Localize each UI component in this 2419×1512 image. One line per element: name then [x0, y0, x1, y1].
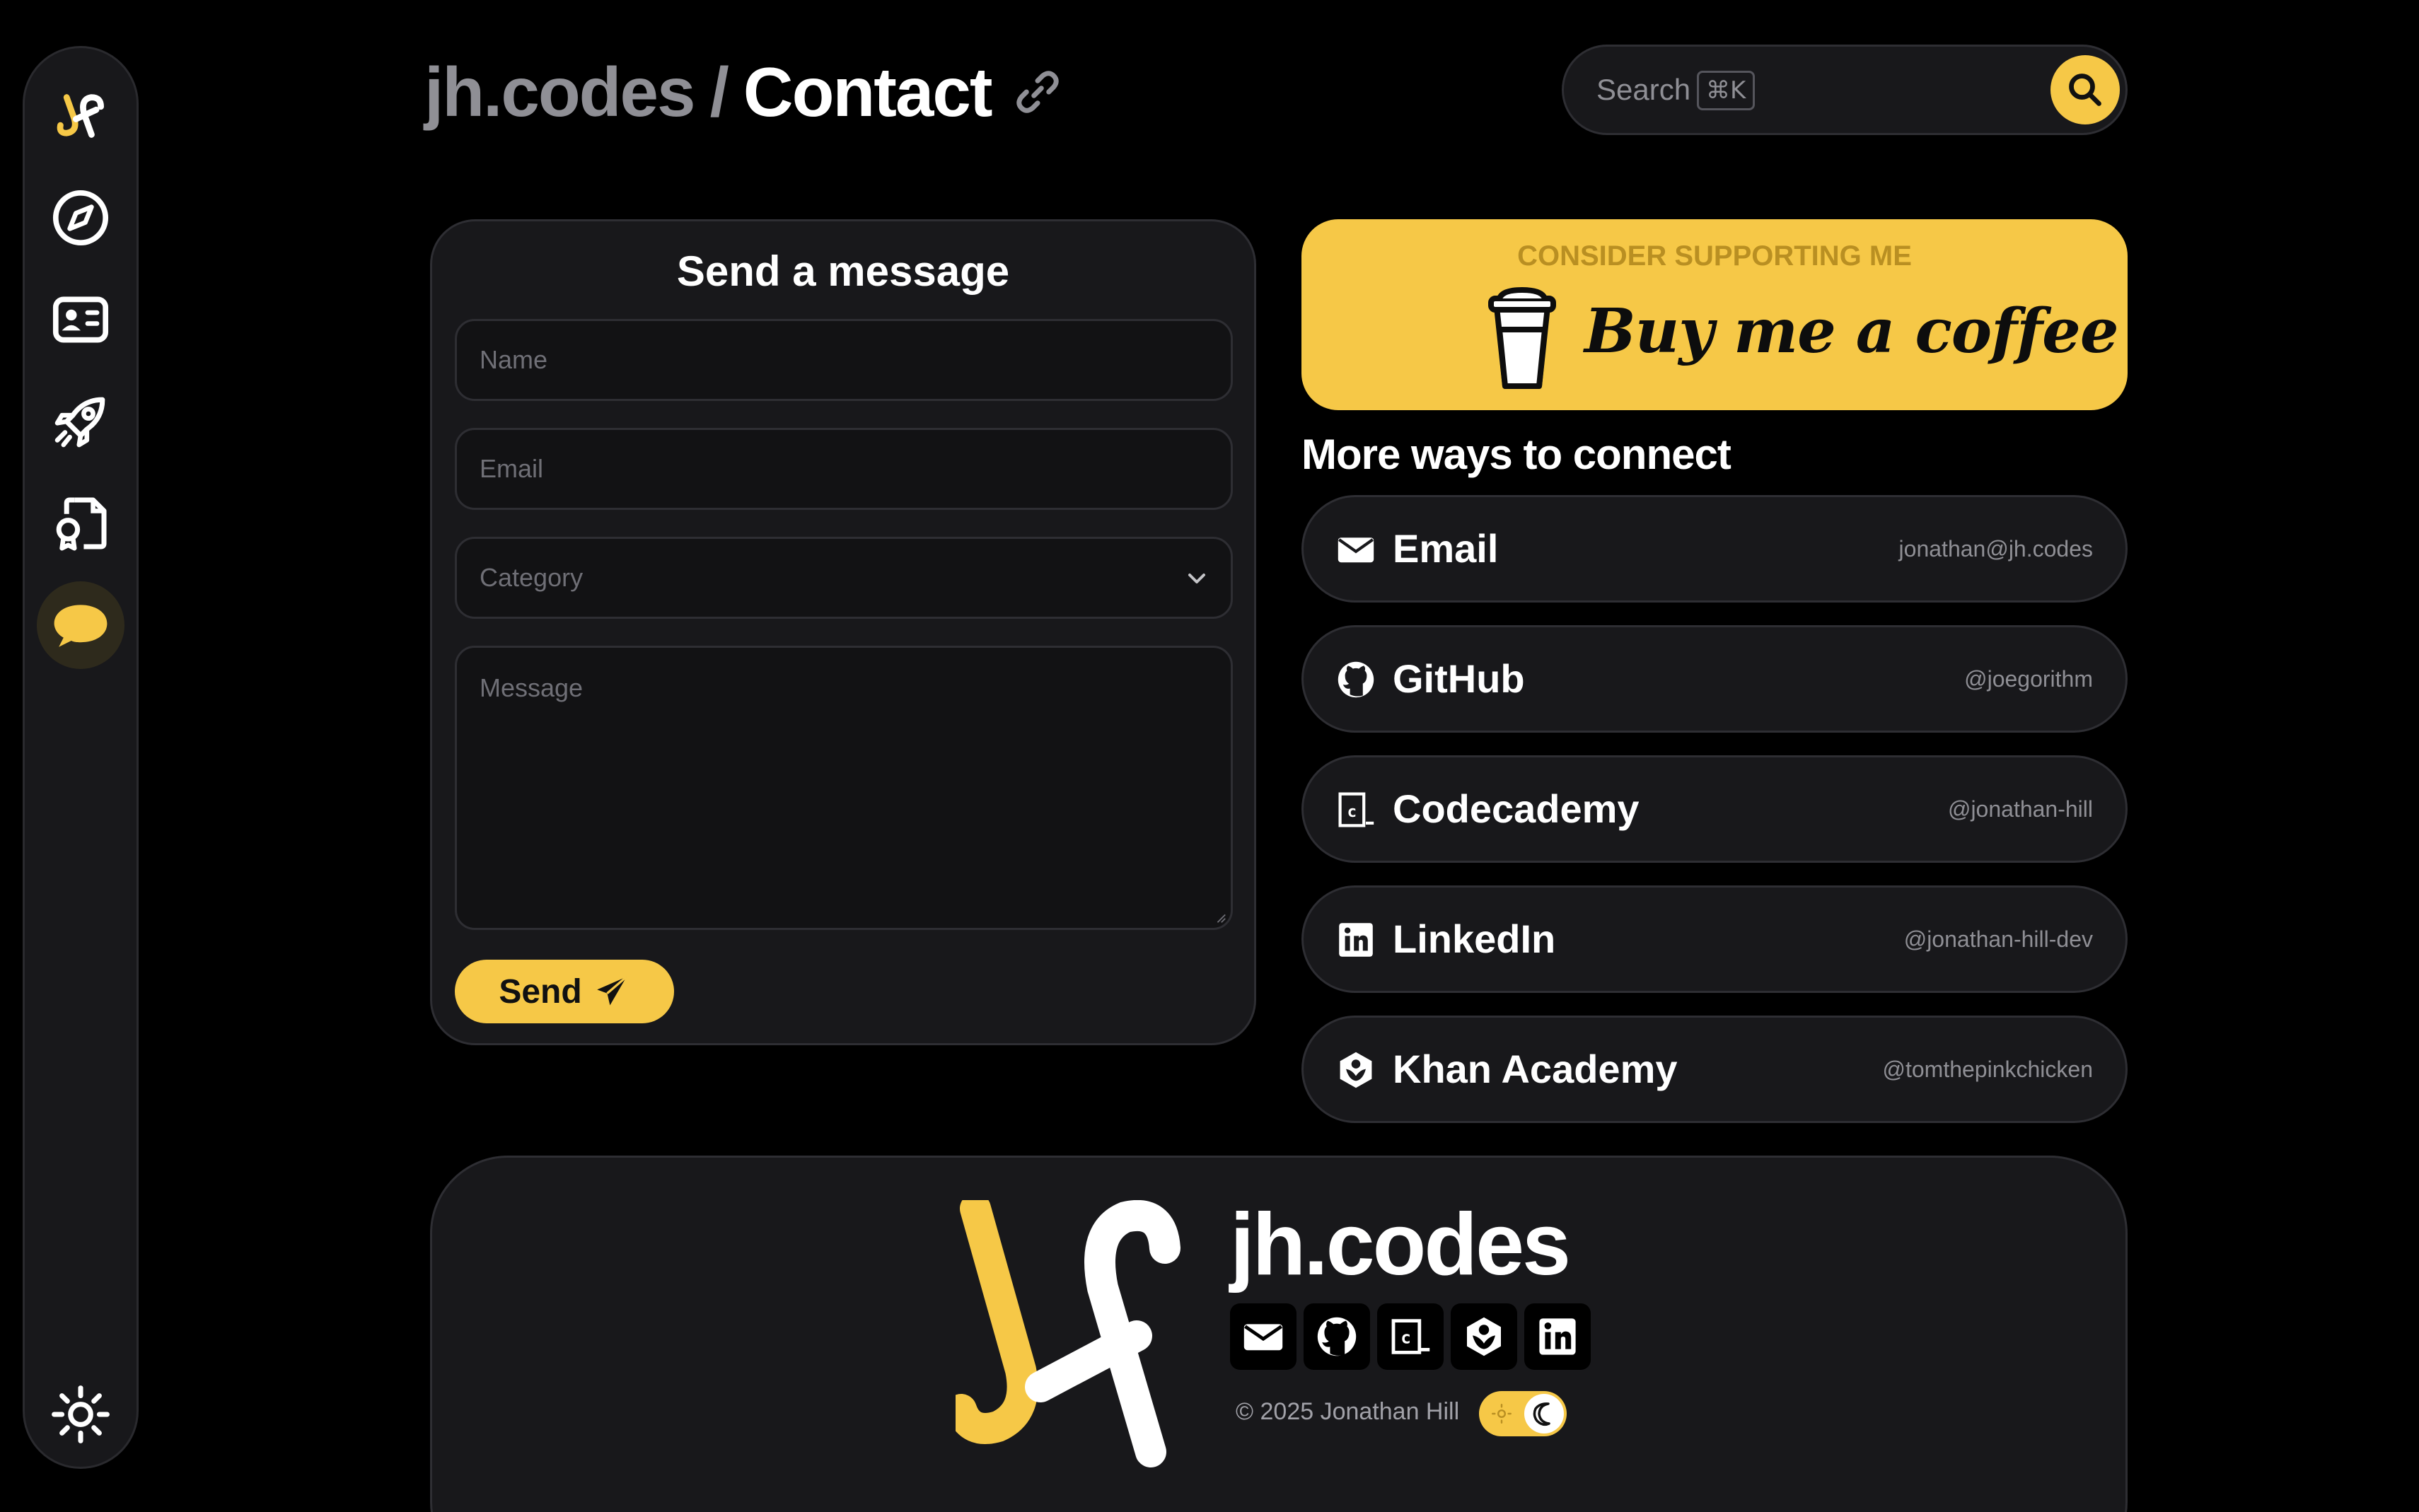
github-icon: [1317, 1317, 1357, 1356]
connect-link-name: Codecademy: [1393, 786, 1640, 831]
name-field[interactable]: [455, 319, 1233, 401]
message-field[interactable]: [455, 646, 1233, 930]
search-shortcut-hint: ⌘K: [1697, 71, 1756, 110]
connect-link-handle: jonathan@jh.codes: [1898, 536, 2093, 562]
buy-me-a-coffee-button[interactable]: CONSIDER SUPPORTING ME Buy me a coffee: [1301, 219, 2128, 410]
connect-link-codecademy[interactable]: c Codecademy @jonathan-hill: [1301, 755, 2128, 863]
connect-link-name: Email: [1393, 526, 1499, 571]
sun-icon: [1492, 1404, 1512, 1424]
codecademy-icon: c: [1391, 1319, 1430, 1354]
sidebar: [23, 46, 139, 1469]
chevron-down-icon: [1188, 574, 1205, 583]
message-textarea[interactable]: [457, 648, 1231, 928]
breadcrumb-separator: /: [709, 52, 729, 131]
envelope-icon: [1338, 537, 1374, 563]
sidebar-item-projects[interactable]: [37, 378, 124, 465]
sidebar-home-logo[interactable]: [37, 72, 124, 160]
paper-plane-icon: [596, 975, 627, 1006]
toggle-knob: [1524, 1394, 1564, 1434]
connect-link-github[interactable]: GitHub @joegorithm: [1301, 625, 2128, 733]
search-bar[interactable]: Search ⌘K: [1562, 45, 2128, 135]
moon-icon: [1533, 1402, 1550, 1426]
footer: jh.codes c © 2025 Jonathan Hill: [430, 1156, 2128, 1512]
footer-linkedin-link[interactable]: [1524, 1303, 1591, 1370]
send-button[interactable]: Send: [455, 960, 674, 1023]
footer-site-name: jh.codes: [1230, 1196, 1571, 1293]
resize-handle-icon[interactable]: [1214, 911, 1226, 924]
category-select[interactable]: Category: [455, 537, 1233, 619]
compass-icon: [52, 190, 109, 246]
linkedin-icon: [1539, 1318, 1576, 1355]
sidebar-item-explore[interactable]: [37, 174, 124, 262]
svg-text:c: c: [1400, 1328, 1410, 1348]
breadcrumb-current-page: Contact: [743, 52, 993, 131]
dark-mode-toggle[interactable]: [1479, 1391, 1567, 1436]
footer-email-link[interactable]: [1230, 1303, 1296, 1370]
jh-logo-large: [956, 1200, 1181, 1467]
sidebar-item-contact[interactable]: [37, 581, 124, 669]
footer-khan-academy-link[interactable]: [1451, 1303, 1517, 1370]
connect-link-linkedin[interactable]: LinkedIn @jonathan-hill-dev: [1301, 885, 2128, 993]
coffee-cup-icon: [1488, 287, 1556, 389]
footer-social-links: c: [1230, 1303, 1591, 1370]
connect-link-handle: @jonathan-hill-dev: [1903, 926, 2093, 952]
page-title: jh.codes / Contact: [424, 51, 1062, 133]
rocket-icon: [54, 397, 105, 448]
khan-academy-icon: [1340, 1052, 1372, 1088]
form-title: Send a message: [676, 248, 1010, 295]
connect-link-name: LinkedIn: [1393, 917, 1556, 961]
copyright-text: © 2025 Jonathan Hill: [1236, 1398, 1460, 1425]
envelope-icon: [1243, 1324, 1283, 1351]
connect-link-khan-academy[interactable]: Khan Academy @tomthepinkchicken: [1301, 1016, 2128, 1123]
footer-github-link[interactable]: [1304, 1303, 1370, 1370]
chat-bubble-icon: [54, 605, 108, 647]
codecademy-icon: c: [1338, 792, 1374, 827]
breadcrumb-site-link[interactable]: jh.codes: [424, 52, 696, 132]
connect-link-handle: @joegorithm: [1964, 666, 2093, 692]
connect-link-email[interactable]: Email jonathan@jh.codes: [1301, 495, 2128, 603]
search-icon: [2069, 74, 2101, 106]
linkedin-icon: [1339, 923, 1373, 957]
email-input[interactable]: [457, 430, 1231, 508]
theme-toggle-button[interactable]: [37, 1371, 124, 1458]
id-card-icon: [52, 296, 109, 343]
support-caption: CONSIDER SUPPORTING ME: [1517, 240, 1912, 272]
sun-icon: [52, 1385, 110, 1443]
svg-text:c: c: [1347, 803, 1357, 821]
contact-form: Send a message Category Send: [430, 219, 1256, 1045]
certificate-file-icon: [56, 497, 107, 551]
connect-section-title: More ways to connect: [1301, 431, 1731, 478]
footer-codecademy-link[interactable]: c: [1377, 1303, 1444, 1370]
connect-link-name: GitHub: [1393, 656, 1525, 701]
sidebar-item-about[interactable]: [37, 276, 124, 364]
connect-link-handle: @tomthepinkchicken: [1882, 1057, 2093, 1082]
send-button-label: Send: [499, 972, 582, 1011]
search-button[interactable]: [2050, 55, 2120, 124]
connect-link-name: Khan Academy: [1393, 1047, 1678, 1091]
link-icon[interactable]: [1013, 67, 1062, 117]
khan-academy-icon: [1467, 1317, 1501, 1356]
github-icon: [1338, 661, 1374, 698]
sidebar-item-certificates[interactable]: [37, 479, 124, 567]
connect-link-handle: @jonathan-hill: [1947, 796, 2093, 822]
name-input[interactable]: [457, 321, 1231, 399]
jh-logo-icon: [57, 94, 105, 138]
category-placeholder: Category: [480, 563, 584, 592]
search-placeholder: Search: [1596, 73, 1691, 106]
buy-me-a-coffee-text: Buy me a coffee: [1584, 296, 2119, 367]
email-field[interactable]: [455, 428, 1233, 510]
